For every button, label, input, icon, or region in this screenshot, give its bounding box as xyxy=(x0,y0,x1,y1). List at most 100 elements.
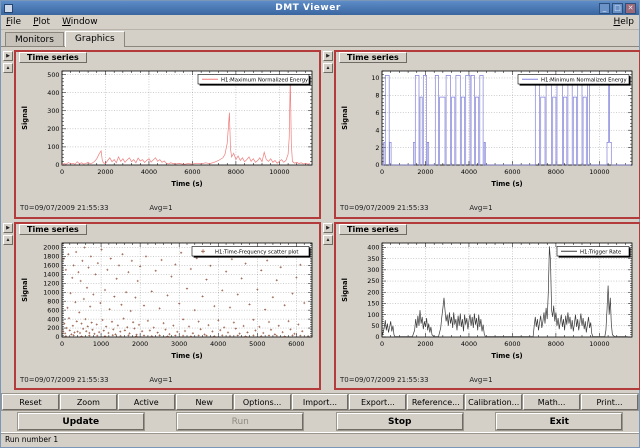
svg-text:400: 400 xyxy=(367,243,379,251)
svg-text:8000: 8000 xyxy=(228,168,244,176)
svg-text:1800: 1800 xyxy=(43,252,59,260)
plot-cell-min-energy: ▶▲ Time series 0200040006000800010000024… xyxy=(323,50,640,219)
menu-file[interactable]: File xyxy=(6,17,21,27)
pane-raise-button[interactable]: ▲ xyxy=(3,235,13,245)
plot-pane-trigger-rate[interactable]: Time series 0200040006000800010000050100… xyxy=(334,222,640,391)
svg-text:350: 350 xyxy=(367,254,379,262)
svg-text:Signal: Signal xyxy=(341,278,349,302)
svg-text:0: 0 xyxy=(380,340,384,348)
menu-help[interactable]: Help xyxy=(613,17,634,27)
pane-footer: T0=09/07/2009 21:55:33 Avg=1 xyxy=(336,375,639,388)
svg-text:400: 400 xyxy=(47,315,59,323)
zoom-button[interactable]: Zoom xyxy=(60,394,117,410)
reset-button[interactable]: Reset xyxy=(2,394,59,410)
svg-text:2000: 2000 xyxy=(417,340,433,348)
reference-button[interactable]: Reference... xyxy=(407,394,464,410)
svg-text:3000: 3000 xyxy=(171,340,187,348)
svg-text:2: 2 xyxy=(375,144,379,152)
plot-pane-max-normalized-energy[interactable]: Time series 0200040006000800010000010020… xyxy=(14,50,321,219)
svg-text:1600: 1600 xyxy=(43,261,59,269)
chart-min-normalized-energy[interactable]: 02000400060008000100000246810Time (s)Sig… xyxy=(336,65,639,203)
svg-text:1200: 1200 xyxy=(43,279,59,287)
menubar: File Plot Window Help xyxy=(1,15,639,30)
pane-raise-button[interactable]: ▲ xyxy=(323,235,333,245)
menu-plot[interactable]: Plot xyxy=(33,17,50,27)
svg-text:Time (s): Time (s) xyxy=(171,180,202,188)
svg-text:100: 100 xyxy=(367,310,379,318)
pane-expand-button[interactable]: ▶ xyxy=(3,223,13,233)
pane-tab-time-series[interactable]: Time series xyxy=(19,224,87,235)
pane-footer: T0=09/07/2009 21:55:33 Avg=1 xyxy=(16,203,319,216)
svg-text:0: 0 xyxy=(55,333,59,341)
pane-footer: T0=09/07/2009 21:55:33 Avg=1 xyxy=(336,203,639,216)
maximize-button[interactable]: □ xyxy=(612,3,623,14)
active-button[interactable]: Active xyxy=(118,394,175,410)
svg-text:4000: 4000 xyxy=(141,168,157,176)
plot-grid: ▶▲ Time series 0200040006000800010000010… xyxy=(1,47,639,393)
chart-max-normalized-energy[interactable]: 02000400060008000100000100200300400500Ti… xyxy=(16,65,319,203)
pane-tab-time-series[interactable]: Time series xyxy=(19,52,87,63)
svg-text:Signal: Signal xyxy=(21,278,29,302)
plot-pane-min-normalized-energy[interactable]: Time series 0200040006000800010000024681… xyxy=(334,50,640,219)
window-controls: _□✕ xyxy=(599,3,636,14)
exit-button[interactable]: Exit xyxy=(496,413,622,430)
t0-timestamp: T0=09/07/2009 21:55:33 xyxy=(340,376,429,384)
new-button[interactable]: New xyxy=(176,394,233,410)
svg-text:100: 100 xyxy=(47,143,59,151)
svg-text:10000: 10000 xyxy=(589,340,609,348)
chart-trigger-rate[interactable]: 0200040006000800010000050100150200250300… xyxy=(336,237,639,375)
pane-raise-button[interactable]: ▲ xyxy=(323,63,333,73)
svg-text:200: 200 xyxy=(47,324,59,332)
svg-text:2000: 2000 xyxy=(97,168,113,176)
svg-text:6000: 6000 xyxy=(184,168,200,176)
svg-text:Time (s): Time (s) xyxy=(491,180,522,188)
svg-text:Signal: Signal xyxy=(341,106,349,130)
tab-monitors[interactable]: Monitors xyxy=(5,32,64,46)
titlebar[interactable]: DMT Viewer _□✕ xyxy=(1,1,639,15)
chart-time-frequency-scatter[interactable]: 0100020003000400050006000020040060080010… xyxy=(16,237,319,375)
svg-text:400: 400 xyxy=(47,89,59,97)
pane-expand-button[interactable]: ▶ xyxy=(323,51,333,61)
math-button[interactable]: Math... xyxy=(523,394,580,410)
svg-text:H1:Trigger Rate: H1:Trigger Rate xyxy=(580,249,621,255)
plot-pane-time-frequency-scatter[interactable]: Time series 0100020003000400050006000020… xyxy=(14,222,321,391)
svg-text:0: 0 xyxy=(55,161,59,169)
svg-text:50: 50 xyxy=(371,322,379,330)
pane-tab-time-series[interactable]: Time series xyxy=(339,224,407,235)
svg-text:2000: 2000 xyxy=(43,243,59,251)
stop-button[interactable]: Stop xyxy=(337,413,463,430)
pane-expand-button[interactable]: ▶ xyxy=(3,51,13,61)
plot-cell-max-energy: ▶▲ Time series 0200040006000800010000010… xyxy=(3,50,321,219)
plot-cell-trigger-rate: ▶▲ Time series 0200040006000800010000050… xyxy=(323,222,640,391)
svg-text:5000: 5000 xyxy=(249,340,265,348)
calibration-button[interactable]: Calibration... xyxy=(465,394,522,410)
t0-timestamp: T0=09/07/2009 21:55:33 xyxy=(340,204,429,212)
svg-text:10: 10 xyxy=(371,74,379,82)
svg-text:4000: 4000 xyxy=(461,340,477,348)
minimize-button[interactable]: _ xyxy=(599,3,610,14)
pane-buttons: ▶▲ xyxy=(3,222,14,391)
svg-text:0: 0 xyxy=(375,161,379,169)
import-button[interactable]: Import... xyxy=(292,394,349,410)
print-button[interactable]: Print... xyxy=(581,394,638,410)
tab-graphics[interactable]: Graphics xyxy=(65,31,125,47)
status-bar: Run number 1 xyxy=(1,432,639,447)
svg-text:Signal: Signal xyxy=(21,106,29,130)
svg-text:H1:Time-Frequency scatter plot: H1:Time-Frequency scatter plot xyxy=(215,249,298,255)
close-button[interactable]: ✕ xyxy=(625,3,636,14)
pane-footer: T0=09/07/2009 21:55:33 Avg=1 xyxy=(16,375,319,388)
pane-raise-button[interactable]: ▲ xyxy=(3,63,13,73)
export-button[interactable]: Export... xyxy=(349,394,406,410)
menu-window[interactable]: Window xyxy=(62,17,98,27)
svg-text:4000: 4000 xyxy=(461,168,477,176)
t0-timestamp: T0=09/07/2009 21:55:33 xyxy=(20,204,109,212)
update-button[interactable]: Update xyxy=(18,413,144,430)
svg-text:1400: 1400 xyxy=(43,270,59,278)
pane-tab-time-series[interactable]: Time series xyxy=(339,52,407,63)
control-buttons: Update Run Stop Exit xyxy=(1,411,639,432)
pane-expand-button[interactable]: ▶ xyxy=(323,223,333,233)
run-button[interactable]: Run xyxy=(177,413,303,430)
svg-text:0: 0 xyxy=(60,340,64,348)
options-button[interactable]: Options... xyxy=(234,394,291,410)
svg-text:1000: 1000 xyxy=(43,288,59,296)
